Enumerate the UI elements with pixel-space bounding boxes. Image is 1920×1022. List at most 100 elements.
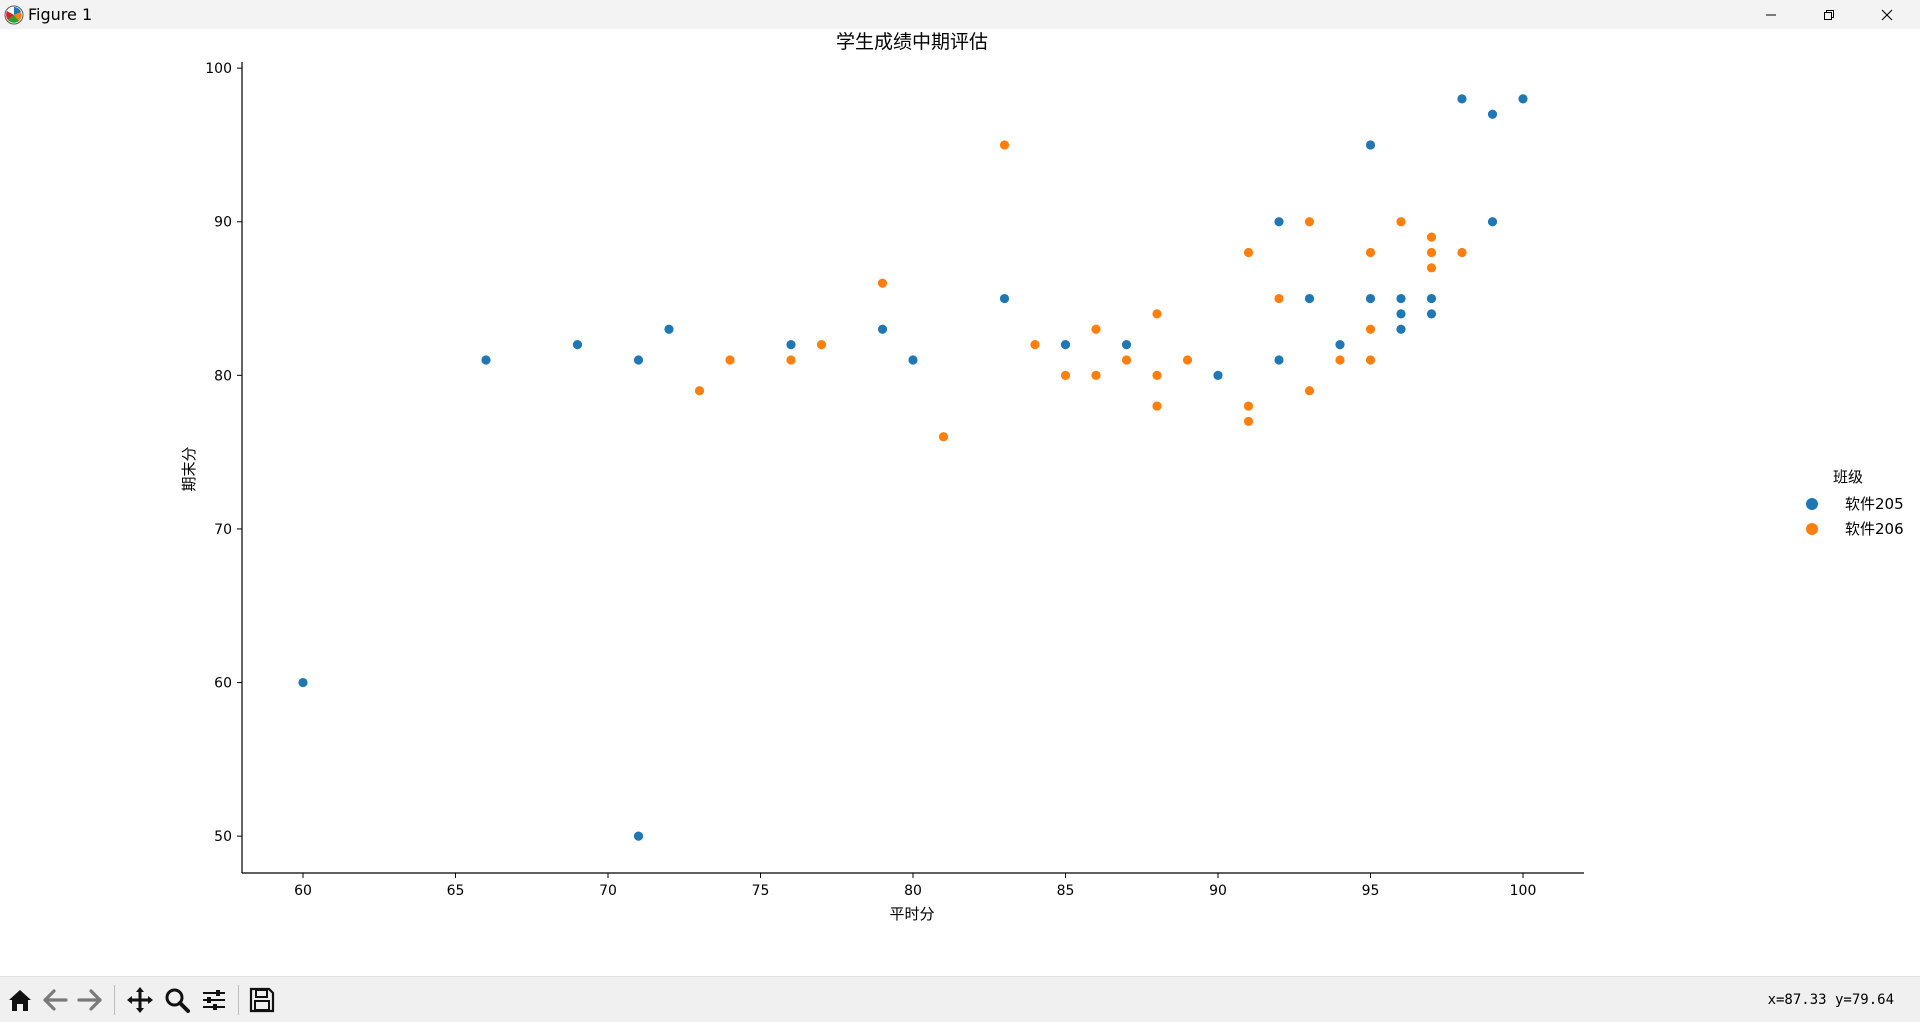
legend: 班级 软件205 软件206: [1806, 468, 1904, 538]
pan-button[interactable]: [123, 983, 156, 1016]
data-point: [999, 140, 1010, 150]
data-point: [786, 340, 796, 350]
save-button[interactable]: [245, 983, 278, 1016]
back-icon: [42, 988, 68, 1011]
data-point: [725, 355, 735, 365]
data-point: [1091, 324, 1101, 334]
data-point: [1396, 217, 1406, 227]
series-2: [694, 140, 1467, 442]
data-point: [1487, 109, 1498, 119]
data-point: [1274, 293, 1284, 304]
forward-button[interactable]: [73, 983, 106, 1016]
y-tick-label: 60: [214, 676, 232, 692]
figure-canvas[interactable]: 学生成绩中期评估 60 65 70 75 80 85 90 95 100 50 60 70 80 90 10…: [0, 29, 1920, 976]
close-icon: [1881, 9, 1893, 20]
x-tick-label: 80: [904, 883, 922, 899]
home-icon: [8, 989, 31, 1011]
minimize-icon: [1766, 14, 1776, 15]
data-point: [1365, 355, 1376, 365]
data-point: [664, 324, 674, 334]
data-point: [877, 324, 888, 334]
axes: [241, 62, 1584, 874]
data-point: [1274, 217, 1284, 227]
data-point: [1457, 247, 1467, 258]
data-point: [633, 355, 644, 365]
data-point: [1426, 263, 1437, 273]
data-point: [1121, 355, 1132, 365]
data-point: [1060, 370, 1071, 380]
data-point: [1304, 293, 1315, 304]
y-tick-label: 50: [214, 829, 232, 845]
minimize-button[interactable]: [1742, 0, 1800, 29]
series-1: [298, 94, 1528, 841]
navigation-toolbar: x=87.33 y=79.64: [0, 976, 1920, 1022]
home-button[interactable]: [3, 983, 36, 1016]
restore-icon: [1824, 9, 1834, 20]
data-point: [1335, 355, 1345, 365]
data-point: [1365, 140, 1376, 150]
data-point: [908, 355, 918, 365]
window-titlebar: Figure 1: [0, 0, 1920, 29]
back-button[interactable]: [38, 983, 71, 1016]
x-tick-label: 95: [1362, 883, 1380, 899]
data-point: [1274, 355, 1284, 365]
scatter-chart: 学生成绩中期评估 60 65 70 75 80 85 90 95 100 50 60 70 80 90 10…: [180, 31, 1904, 923]
data-point: [1060, 340, 1071, 350]
pan-icon: [126, 986, 153, 1013]
data-point: [1396, 324, 1406, 334]
data-point: [1396, 309, 1406, 319]
configure-subplots-button[interactable]: [197, 983, 230, 1016]
data-point: [1182, 355, 1193, 365]
data-point: [1518, 94, 1528, 104]
x-tick-label: 75: [752, 883, 770, 899]
x-tick-label: 70: [599, 883, 617, 899]
data-point: [1152, 401, 1162, 411]
data-point: [999, 293, 1010, 304]
toolbar-separator: [238, 985, 239, 1015]
legend-marker: [1806, 498, 1818, 510]
legend-label: 软件206: [1845, 520, 1904, 538]
data-point: [1243, 247, 1254, 258]
data-point: [816, 340, 827, 350]
data-point: [1152, 309, 1162, 319]
data-point: [298, 677, 308, 688]
axis-ticks: 60 65 70 75 80 85 90 95 100 50 60 70 80 90 100: [205, 61, 1536, 899]
data-point: [1365, 324, 1376, 334]
x-axis-label: 平时分: [889, 905, 934, 923]
data-point: [694, 386, 705, 396]
chart-title: 学生成绩中期评估: [836, 31, 988, 53]
x-tick-label: 65: [447, 883, 465, 899]
data-points: [298, 94, 1528, 841]
x-tick-label: 100: [1510, 883, 1537, 899]
forward-icon: [76, 988, 102, 1011]
data-point: [1365, 247, 1376, 258]
cursor-coordinates: x=87.33 y=79.64: [1767, 992, 1894, 1008]
data-point: [938, 432, 949, 442]
close-button[interactable]: [1858, 0, 1916, 29]
data-point: [1426, 247, 1437, 258]
restore-button[interactable]: [1800, 0, 1858, 29]
data-point: [1243, 416, 1254, 427]
toolbar-separator: [114, 985, 115, 1015]
data-point: [481, 355, 491, 365]
window-title: Figure 1: [28, 5, 93, 24]
data-point: [877, 278, 888, 288]
zoom-button[interactable]: [160, 983, 193, 1016]
x-tick-label: 85: [1057, 883, 1075, 899]
data-point: [1487, 217, 1498, 227]
x-tick-label: 60: [294, 883, 312, 899]
data-point: [1457, 94, 1467, 104]
data-point: [1426, 309, 1437, 319]
data-point: [1243, 401, 1254, 411]
data-point: [786, 355, 796, 365]
data-point: [1030, 340, 1040, 350]
legend-title: 班级: [1833, 468, 1863, 486]
zoom-icon: [165, 988, 190, 1013]
x-tick-label: 90: [1209, 883, 1227, 899]
configure-icon: [202, 989, 225, 1010]
data-point: [1304, 217, 1315, 227]
data-point: [1365, 293, 1376, 304]
data-point: [1121, 340, 1132, 350]
data-point: [1304, 386, 1315, 396]
y-tick-label: 90: [214, 215, 232, 231]
